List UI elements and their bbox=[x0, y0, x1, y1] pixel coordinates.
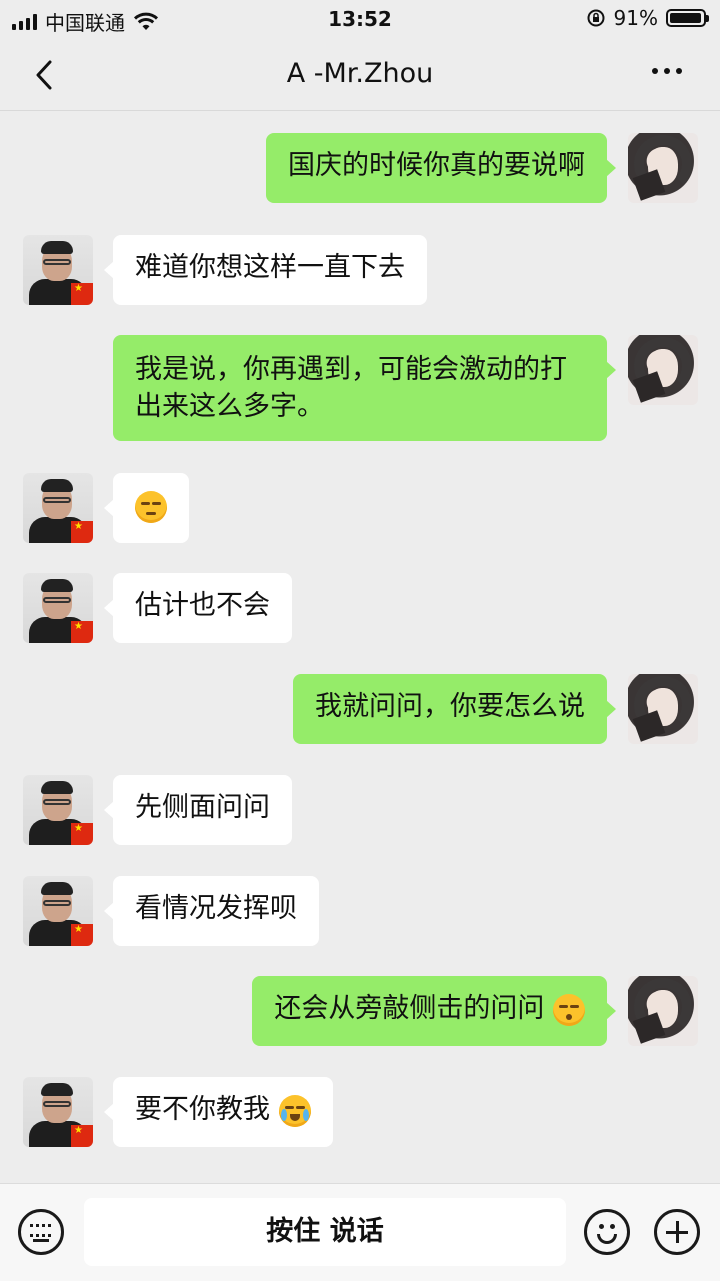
contact-avatar[interactable] bbox=[23, 1077, 93, 1147]
message-bubble-incoming[interactable]: 难道你想这样一直下去 bbox=[104, 235, 427, 305]
unamused-face-emoji bbox=[135, 490, 167, 523]
smiley-icon[interactable] bbox=[584, 1209, 630, 1255]
contact-avatar[interactable] bbox=[23, 235, 93, 305]
contact-avatar[interactable] bbox=[23, 573, 93, 643]
status-right: 91% bbox=[586, 6, 709, 30]
message-bubble-outgoing[interactable]: 我是说，你再遇到，可能会激动的打出来这么多字。 bbox=[113, 335, 616, 441]
kissing-face-emoji bbox=[553, 993, 585, 1026]
keyboard-icon[interactable] bbox=[18, 1209, 64, 1255]
chat-message-list[interactable]: 国庆的时候你真的要说啊 难道你想这样一直下去 我是说，你再遇到，可能会激动的打出… bbox=[0, 111, 720, 1183]
message-bubble-incoming[interactable]: 估计也不会 bbox=[104, 573, 292, 643]
message-bubble-incoming[interactable] bbox=[104, 473, 189, 543]
my-avatar[interactable] bbox=[628, 976, 698, 1046]
plus-icon[interactable] bbox=[654, 1209, 700, 1255]
message-row bbox=[0, 473, 720, 543]
status-bar: 中国联通 13:52 91% bbox=[0, 0, 720, 38]
message-row: 我就问问，你要怎么说 bbox=[0, 674, 720, 744]
message-bubble-incoming[interactable]: 看情况发挥呗 bbox=[104, 876, 319, 946]
my-avatar[interactable] bbox=[628, 335, 698, 405]
message-text: 先侧面问问 bbox=[135, 792, 270, 823]
battery-percent: 91% bbox=[613, 6, 658, 30]
message-text: 难道你想这样一直下去 bbox=[135, 252, 405, 283]
message-row: 要不你教我 bbox=[0, 1077, 720, 1147]
battery-icon bbox=[666, 9, 709, 27]
my-avatar[interactable] bbox=[628, 133, 698, 203]
message-row: 先侧面问问 bbox=[0, 775, 720, 845]
message-bubble-outgoing[interactable]: 还会从旁敲侧击的问问 bbox=[252, 976, 616, 1046]
message-bubble-incoming[interactable]: 要不你教我 bbox=[104, 1077, 333, 1147]
loudly-crying-face-emoji bbox=[278, 1094, 311, 1127]
message-row: 国庆的时候你真的要说啊 bbox=[0, 133, 720, 203]
message-row: 看情况发挥呗 bbox=[0, 876, 720, 946]
message-text: 还会从旁敲侧击的问问 bbox=[274, 993, 545, 1024]
message-text: 估计也不会 bbox=[135, 590, 270, 621]
contact-avatar[interactable] bbox=[23, 876, 93, 946]
message-text: 国庆的时候你真的要说啊 bbox=[288, 150, 585, 181]
message-row: 估计也不会 bbox=[0, 573, 720, 643]
message-row: 还会从旁敲侧击的问问 bbox=[0, 976, 720, 1046]
nav-bar: A -Mr.Zhou bbox=[0, 38, 720, 111]
message-row: 我是说，你再遇到，可能会激动的打出来这么多字。 bbox=[0, 335, 720, 443]
more-dots-icon[interactable] bbox=[652, 68, 682, 74]
rotation-lock-icon bbox=[587, 9, 605, 27]
hold-to-talk-button[interactable]: 按住 说话 bbox=[84, 1198, 566, 1266]
my-avatar[interactable] bbox=[628, 674, 698, 744]
message-text: 我就问问，你要怎么说 bbox=[315, 691, 585, 722]
message-bubble-incoming[interactable]: 先侧面问问 bbox=[104, 775, 292, 845]
contact-avatar[interactable] bbox=[23, 775, 93, 845]
input-bar: 按住 说话 bbox=[0, 1183, 720, 1281]
message-bubble-outgoing[interactable]: 国庆的时候你真的要说啊 bbox=[266, 133, 616, 203]
message-row: 难道你想这样一直下去 bbox=[0, 235, 720, 305]
chat-title: A -Mr.Zhou bbox=[286, 58, 434, 89]
message-bubble-outgoing[interactable]: 我就问问，你要怎么说 bbox=[293, 674, 616, 744]
message-text: 看情况发挥呗 bbox=[135, 893, 297, 924]
message-text: 要不你教我 bbox=[135, 1094, 270, 1125]
contact-avatar[interactable] bbox=[23, 473, 93, 543]
message-text: 我是说，你再遇到，可能会激动的打出来这么多字。 bbox=[135, 354, 567, 422]
